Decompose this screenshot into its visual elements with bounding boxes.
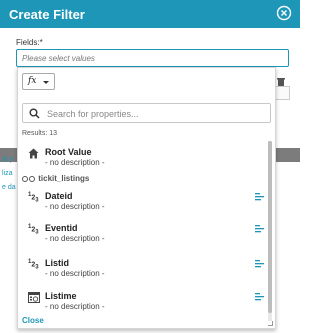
item-description: - no description -: [45, 202, 105, 211]
group-label: tickit_listings: [38, 174, 90, 183]
fields-placeholder: Please select values: [22, 54, 95, 63]
filter-icon[interactable]: [255, 193, 264, 201]
search-icon: [29, 108, 40, 119]
scrollbar[interactable]: [268, 141, 272, 321]
list-item[interactable]: 123 Listid - no description -: [18, 258, 268, 282]
numeric-icon: 123: [28, 224, 39, 236]
property-picker-panel: fx Search for properties... Results: 13 …: [17, 67, 276, 329]
chevron-down-icon: [43, 81, 49, 84]
list-item[interactable]: Listime - no description -: [18, 291, 268, 315]
background-text: liza: [2, 170, 13, 177]
home-icon: [28, 148, 39, 159]
toggle-circle-icon: [29, 175, 35, 182]
filter-icon[interactable]: [255, 225, 264, 233]
function-dropdown[interactable]: fx: [22, 73, 55, 90]
item-description: - no description -: [45, 234, 105, 243]
item-name: Root Value: [45, 147, 92, 157]
calendar-icon: [28, 292, 40, 303]
fx-label: fx: [28, 76, 37, 86]
item-name: Listid: [45, 258, 69, 268]
item-name: Eventid: [45, 223, 78, 233]
item-description: - no description -: [45, 302, 105, 311]
dialog-title: Create Filter: [9, 7, 85, 22]
filter-icon[interactable]: [255, 293, 264, 301]
fields-input[interactable]: Please select values: [16, 49, 289, 67]
item-name: Dateid: [45, 191, 73, 201]
item-description: - no description -: [45, 158, 105, 167]
filter-icon[interactable]: [255, 260, 264, 268]
close-icon[interactable]: [276, 5, 292, 21]
list-item[interactable]: Root Value - no description -: [18, 147, 268, 171]
background-text: e da: [2, 184, 16, 191]
search-input[interactable]: Search for properties...: [22, 103, 271, 123]
numeric-icon: 123: [28, 192, 39, 204]
item-description: - no description -: [45, 269, 105, 278]
group-header[interactable]: tickit_listings: [22, 174, 89, 183]
numeric-icon: 123: [28, 259, 39, 271]
search-placeholder: Search for properties...: [47, 109, 139, 119]
list-item[interactable]: 123 Dateid - no description -: [18, 191, 268, 215]
item-name: Listime: [45, 291, 77, 301]
list-item[interactable]: 123 Eventid - no description -: [18, 223, 268, 247]
toggle-circle-icon: [22, 175, 28, 182]
dialog-header: Create Filter: [0, 0, 300, 28]
scrollbar-thumb[interactable]: [268, 141, 272, 313]
background-text: at y: [2, 156, 14, 163]
close-link[interactable]: Close: [22, 316, 44, 325]
fields-label: Fields:*: [16, 38, 43, 47]
resize-handle[interactable]: [268, 321, 273, 326]
results-count: Results: 13: [22, 130, 58, 137]
